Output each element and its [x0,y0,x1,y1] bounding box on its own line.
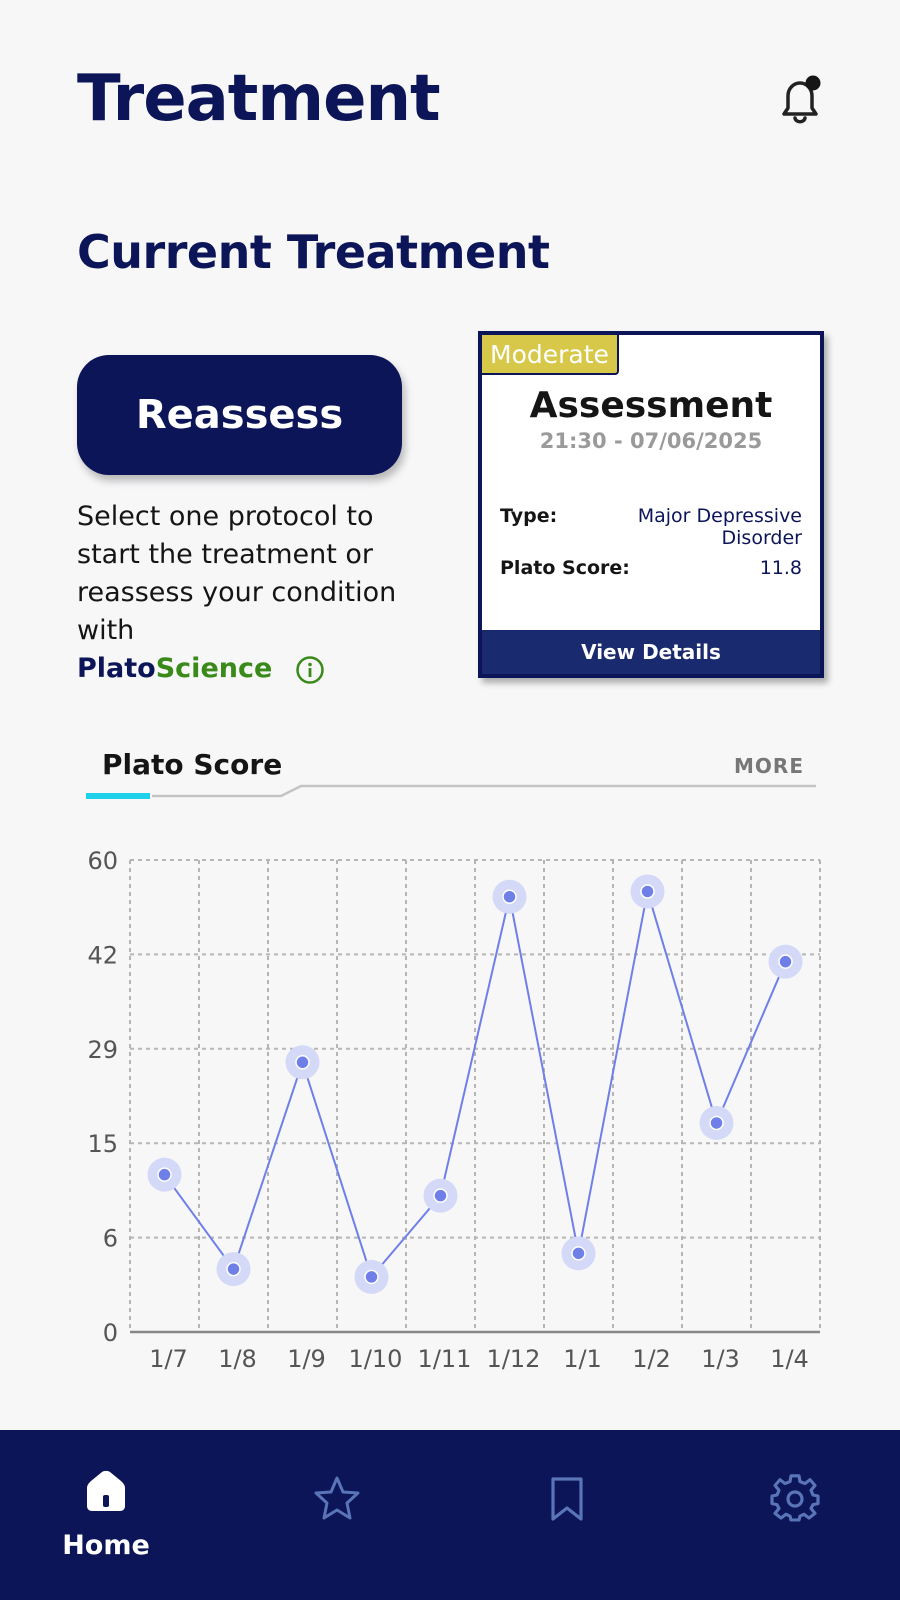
y-tick-label: 29 [87,1036,118,1064]
plato-score-chart: 0 6 15 29 42 60 1/7 1/8 1/9 1/10 1/11 1/12 1/1 1/2 1/3… [87,847,821,1373]
nav-home[interactable]: Home [46,1430,166,1600]
tab-indicator [86,784,816,799]
data-point [778,954,793,969]
description-text: Select one protocol to start the treatme… [77,501,397,646]
data-point [157,1167,172,1182]
nav-home-label: Home [62,1530,150,1561]
x-tick-label: 1/10 [349,1345,403,1373]
notification-dot [805,75,821,91]
data-point [226,1261,241,1277]
card-title: Assessment [529,385,773,426]
nav-settings[interactable] [735,1430,855,1600]
bottom-nav: Home [0,1430,900,1600]
severity-badge: Moderate [482,335,619,375]
x-tick-label: 1/3 [701,1345,740,1373]
info-icon[interactable] [295,655,325,685]
data-point [433,1188,448,1203]
y-tick-label: 15 [87,1130,118,1158]
y-tick-label: 42 [87,941,118,969]
score-value: 11.8 [759,557,802,579]
more-link[interactable]: MORE [734,754,804,778]
bell-icon [782,75,821,124]
type-label: Type: [500,505,558,527]
x-tick-label: 1/9 [287,1345,326,1373]
page-title: Treatment [77,62,441,136]
brand-name: PlatoScience [77,653,273,684]
data-point [364,1269,379,1285]
section-title: Current Treatment [77,225,550,279]
home-icon [87,1470,125,1511]
notifications-button[interactable] [770,70,830,130]
tab-plato-score[interactable]: Plato Score [102,748,282,781]
assessment-card[interactable]: Moderate Assessment 21:30 - 07/06/2025 T… [478,331,824,678]
nav-saved[interactable] [507,1430,627,1600]
data-point [640,884,655,899]
y-tick-label: 6 [103,1225,118,1253]
gear-icon [770,1474,820,1522]
x-tick-label: 1/2 [632,1345,671,1373]
x-tick-label: 1/11 [418,1345,472,1373]
data-point [295,1055,310,1070]
x-tick-label: 1/7 [149,1345,188,1373]
data-point [502,889,517,904]
view-details-button[interactable]: View Details [482,630,820,674]
score-label: Plato Score: [500,557,630,579]
treatment-description: Select one protocol to start the treatme… [77,498,437,688]
y-tick-label: 0 [103,1319,118,1347]
reassess-button[interactable]: Reassess [77,355,402,475]
data-point [709,1115,724,1131]
x-tick-label: 1/1 [563,1345,602,1373]
bookmark-icon [551,1477,583,1521]
x-tick-label: 1/12 [487,1345,541,1373]
assessment-datetime: 21:30 - 07/06/2025 [539,429,763,453]
data-point [571,1246,586,1261]
nav-favorites[interactable] [277,1430,397,1600]
x-tick-label: 1/8 [218,1345,257,1373]
x-tick-label: 1/4 [770,1345,809,1373]
y-tick-label: 60 [87,847,118,875]
type-value: Major Depressive Disorder [637,505,802,549]
star-icon [314,1476,360,1520]
